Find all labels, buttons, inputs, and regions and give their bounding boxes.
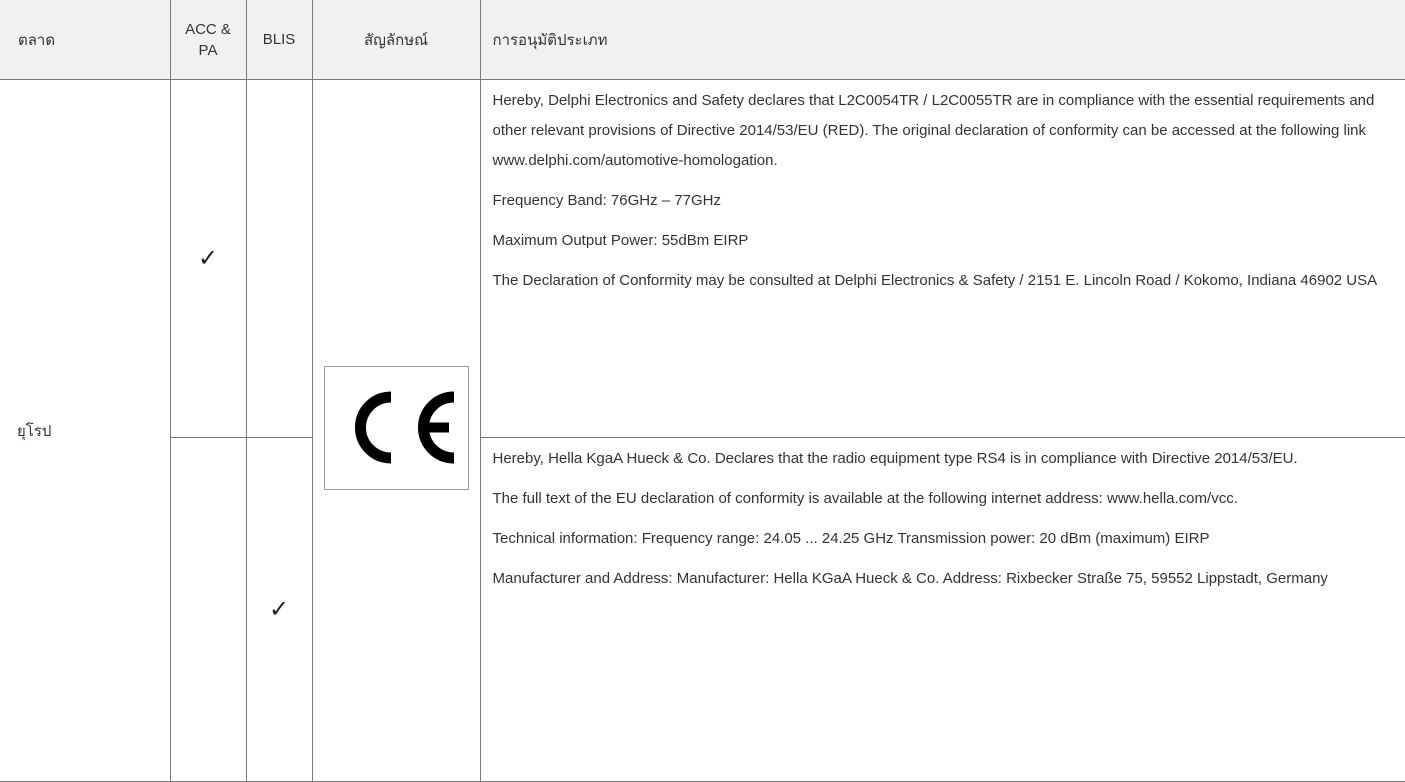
table-body: ยุโรป ✓ Hereby, Delphi Electronics and S… <box>0 79 1405 782</box>
header-acc-pa: ACC & PA <box>169 0 247 80</box>
table-header: ตลาด ACC & PA BLIS สัญลักษณ์ การอนุมัติป… <box>0 0 1405 80</box>
table-row: ✓ Hereby, Hella KgaA Hueck & Co. Declare… <box>0 437 1405 782</box>
approval-paragraph: Technical information: Frequency range: … <box>492 530 1210 547</box>
table-row: ยุโรป ✓ Hereby, Delphi Electronics and S… <box>0 79 1405 782</box>
type-approval-table: ตลาด ACC & PA BLIS สัญลักษณ์ การอนุมัติป… <box>0 0 1405 782</box>
header-row: ตลาด ACC & PA BLIS สัญลักษณ์ การอนุมัติป… <box>0 0 1405 80</box>
acc-check-cell <box>169 437 247 782</box>
blis-check-cell: ✓ <box>245 437 313 782</box>
ce-mark-svg <box>354 391 454 464</box>
acc-check-cell: ✓ <box>169 79 247 438</box>
ce-mark-icon <box>323 366 469 490</box>
symbol-cell <box>311 79 481 782</box>
approval-paragraph: Manufacturer and Address: Manufacturer: … <box>492 570 1328 587</box>
header-type-approval: การอนุมัติประเภท <box>479 0 1405 80</box>
header-symbol: สัญลักษณ์ <box>311 0 481 80</box>
market-cell: ยุโรป <box>0 79 171 782</box>
approval-paragraph: Maximum Output Power: 55dBm EIRP <box>492 232 749 249</box>
header-acc-pa-label: ACC & PA <box>185 20 231 59</box>
header-market: ตลาด <box>0 0 171 80</box>
approval-paragraph: Hereby, Delphi Electronics and Safety de… <box>492 92 1375 169</box>
approval-paragraph: Hereby, Hella KgaA Hueck & Co. Declares … <box>492 450 1298 467</box>
header-blis: BLIS <box>245 0 313 80</box>
approval-paragraph: The full text of the EU declaration of c… <box>492 490 1238 507</box>
approval-paragraph: The Declaration of Conformity may be con… <box>492 272 1378 289</box>
blis-check-cell <box>245 79 313 438</box>
approval-text-cell: Hereby, Hella KgaA Hueck & Co. Declares … <box>479 437 1405 782</box>
approval-paragraph: Frequency Band: 76GHz – 77GHz <box>492 192 721 209</box>
approval-text-cell: Hereby, Delphi Electronics and Safety de… <box>479 79 1405 438</box>
